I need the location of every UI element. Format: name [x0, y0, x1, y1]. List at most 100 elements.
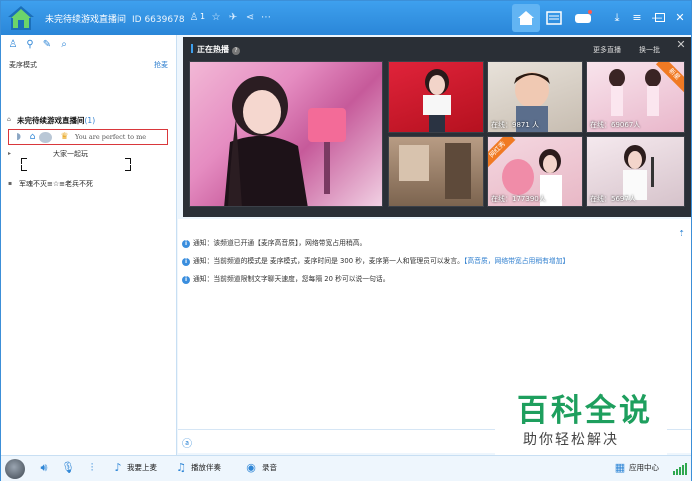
- grab-mic-link[interactable]: 抢麦: [154, 60, 168, 70]
- notice-text: 当前频道的模式是 麦序模式，麦序时间是 300 秒，麦序第一人和管理员可以发言。: [213, 257, 464, 265]
- online-count: 在线：69067人: [590, 121, 641, 129]
- edit-list-icon[interactable]: ✎: [41, 39, 53, 51]
- user-icon[interactable]: ♙: [7, 39, 19, 51]
- maximize-box-icon[interactable]: [655, 13, 665, 22]
- live-thumb-2[interactable]: [388, 61, 484, 133]
- window-title: 未完待续游戏直播间 ID 6639678: [45, 12, 185, 25]
- bottom-toolbar: 🔊︎ 🎙︎ ⫶ ♪ 我要上麦 ♫ 播放伴奏 ◉ 录音 ▦ 应用中心: [1, 455, 691, 481]
- app-center-button[interactable]: 应用中心: [629, 462, 659, 473]
- more-live-link[interactable]: 更多直播: [593, 45, 621, 55]
- sub-channel-bullet-icon: ▸: [8, 150, 12, 157]
- crown-icon: ♛: [60, 132, 69, 142]
- scroll-up-icon[interactable]: ⇡: [678, 229, 685, 238]
- bracket-corner: [21, 158, 27, 164]
- notice-message: i 通知：当前频道的模式是 麦序模式，麦序时间是 300 秒，麦序第一人和管理员可…: [182, 255, 569, 266]
- speaker-icon[interactable]: 🔊︎: [37, 461, 51, 475]
- channel-lock-icon: ▪: [8, 180, 13, 187]
- search-icon[interactable]: ⌕: [58, 39, 70, 51]
- favorite-icon[interactable]: ☆: [209, 11, 223, 25]
- mic-state-icon: ◗: [16, 132, 21, 142]
- notice-text: 该频道已开通【麦序高音质】，网络带宽占用稍高。: [213, 239, 367, 247]
- music-icon[interactable]: ♫: [174, 461, 188, 475]
- watermark-title: 百科全说: [517, 393, 653, 429]
- hot-title-text: 正在热播: [197, 45, 229, 54]
- bracket-corner: [125, 158, 131, 164]
- streamer-photo: [423, 69, 451, 132]
- menu-icon[interactable]: ≡: [629, 10, 645, 26]
- live-thumb-5[interactable]: [388, 136, 484, 207]
- live-thumb-featured[interactable]: [189, 61, 383, 207]
- board-icon: [546, 11, 562, 25]
- expand-icon[interactable]: ⌂: [7, 116, 11, 123]
- location-pin-icon[interactable]: ⚲: [24, 39, 36, 51]
- room-name: 未完待续游戏直播间: [45, 15, 127, 25]
- info-icon: i: [182, 240, 190, 248]
- bracket-corner: [125, 165, 131, 171]
- plane-icon[interactable]: ✈: [226, 11, 240, 25]
- more-dots-icon[interactable]: ⋯: [259, 11, 273, 25]
- member-count: 1: [200, 12, 206, 21]
- member-icon[interactable]: ♙: [187, 11, 201, 25]
- app-window: 未完待续游戏直播间 ID 6639678 ♙ 1 ☆ ✈ ⋖ ⋯ ⤓ ≡ — ✕ …: [0, 0, 692, 481]
- channel-name: 未完待续游戏直播间: [17, 116, 85, 125]
- equalizer-icon[interactable]: ⫶: [85, 461, 99, 475]
- live-thumb-6[interactable]: 网红秀 在线：177390人: [487, 136, 583, 207]
- online-count: 在线：177390人: [491, 195, 546, 203]
- notice-message: i 通知：该频道已开通【麦序高音质】，网络带宽占用稍高。: [182, 237, 366, 248]
- gamepad-icon: [575, 10, 592, 23]
- yy-house-logo-icon: [8, 6, 34, 30]
- watermark: 百科全说 助你轻松解决: [495, 375, 667, 455]
- online-count: 在线：5697人: [590, 195, 636, 203]
- game-tab[interactable]: [569, 4, 597, 32]
- user-row-highlighted[interactable]: ◗ ⌂ ♛ You are perfect to me: [8, 129, 168, 145]
- join-mic-button[interactable]: 我要上麦: [127, 462, 157, 473]
- house-badge-icon: ⌂: [29, 132, 36, 142]
- info-icon: i: [182, 258, 190, 266]
- channel-count: (1): [84, 116, 96, 125]
- close-icon[interactable]: ✕: [675, 39, 687, 51]
- channel-root[interactable]: 未完待续游戏直播间(1): [17, 115, 95, 126]
- info-icon: i: [182, 276, 190, 284]
- online-count: 在线：9871 人: [491, 121, 540, 129]
- watermark-subtitle: 助你轻松解决: [523, 432, 619, 448]
- notice-text: 当前频道限制文字聊天速度，您每隔 20 秒可以说一句话。: [213, 275, 390, 283]
- live-thumb-4[interactable]: 新星 在线：69067人: [586, 61, 685, 133]
- streamer-photo: [224, 76, 346, 206]
- notice-highlight: 【高音质，网络带宽占用稍有增加】: [463, 257, 570, 265]
- hot-title: 正在热播?: [191, 44, 240, 55]
- typing-icon[interactable]: ⓐ: [182, 435, 192, 450]
- channel-second[interactable]: 军魂不灭≡☆≡老兵不死: [19, 179, 93, 189]
- download-icon[interactable]: ⤓: [609, 10, 625, 26]
- live-thumb-3[interactable]: 在线：9871 人: [487, 61, 583, 133]
- user-list-panel: ♙ ⚲ ✎ ⌕ 麦序模式 抢麦 ⌂ 未完待续游戏直播间(1) ◗ ⌂ ♛ You…: [1, 35, 177, 455]
- notice-prefix: 通知：: [193, 257, 214, 265]
- home-icon: [518, 11, 534, 25]
- avatar: [39, 132, 52, 143]
- board-tab[interactable]: [540, 4, 568, 32]
- mic-queue-icon[interactable]: ♪: [111, 461, 125, 475]
- refresh-link[interactable]: 换一批: [639, 45, 660, 55]
- notice-prefix: 通知：: [193, 239, 214, 247]
- microphone-icon[interactable]: 🎙︎: [61, 461, 75, 475]
- help-icon[interactable]: ?: [232, 47, 240, 55]
- close-button[interactable]: ✕: [672, 10, 688, 26]
- notice-prefix: 通知：: [193, 275, 214, 283]
- streamer-photo: [399, 143, 471, 199]
- mic-mode-label: 麦序模式: [9, 61, 37, 69]
- self-avatar[interactable]: [5, 459, 25, 479]
- title-bar: 未完待续游戏直播间 ID 6639678 ♙ 1 ☆ ✈ ⋖ ⋯ ⤓ ≡ — ✕: [1, 1, 691, 35]
- sub-channel-name[interactable]: 大家一起玩: [53, 149, 88, 159]
- hot-live-panel: 正在热播? 更多直播 换一批 ✕ 在线：9871 人 新星 在线：69067人 …: [183, 37, 691, 217]
- user-signature: You are perfect to me: [75, 133, 147, 141]
- record-button[interactable]: 录音: [262, 462, 277, 473]
- record-icon[interactable]: ◉: [244, 461, 258, 475]
- home-tab[interactable]: [512, 4, 540, 32]
- room-id: ID 6639678: [132, 15, 185, 25]
- share-icon[interactable]: ⋖: [243, 11, 257, 25]
- signal-strength-icon: [673, 463, 687, 475]
- play-accompaniment-button[interactable]: 播放伴奏: [191, 462, 221, 473]
- live-thumb-7[interactable]: 在线：5697人: [586, 136, 685, 207]
- app-grid-icon[interactable]: ▦: [613, 461, 627, 475]
- bracket-corner: [21, 165, 27, 171]
- notice-message: i 通知：当前频道限制文字聊天速度，您每隔 20 秒可以说一句话。: [182, 273, 390, 284]
